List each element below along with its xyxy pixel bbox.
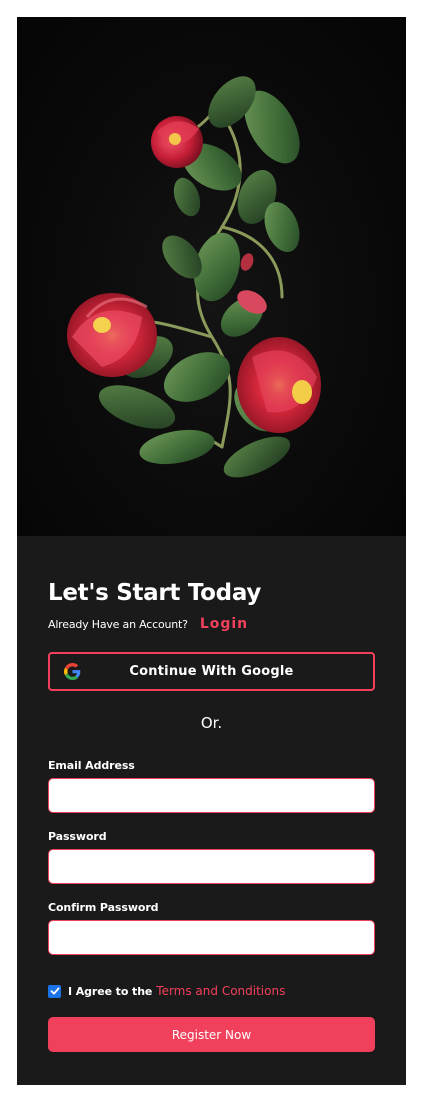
- google-button-label: Continue With Google: [129, 664, 294, 679]
- signup-card: Let's Start Today Already Have an Accoun…: [17, 17, 406, 1085]
- rose-bouquet-illustration: [67, 76, 321, 478]
- continue-with-google-button[interactable]: Continue With Google: [48, 652, 375, 691]
- have-account-text: Already Have an Account?: [48, 617, 188, 631]
- divider-text: Or.: [200, 714, 223, 732]
- terms-link[interactable]: Terms and Conditions: [156, 984, 285, 998]
- checkmark-icon: [50, 987, 59, 995]
- hero-image: [17, 17, 406, 536]
- signup-form: Let's Start Today Already Have an Accoun…: [48, 577, 375, 1052]
- password-field[interactable]: [48, 849, 375, 884]
- page-title: Let's Start Today: [48, 580, 262, 606]
- login-link[interactable]: Login: [200, 616, 248, 632]
- confirm-password-field[interactable]: [48, 920, 375, 955]
- login-prompt: Already Have an Account? Login: [48, 615, 375, 633]
- agree-row: I Agree to the Terms and Conditions: [48, 983, 285, 999]
- agree-text: I Agree to the: [68, 984, 153, 998]
- email-field[interactable]: [48, 778, 375, 813]
- confirm-password-label: Confirm Password: [48, 901, 159, 914]
- register-now-button[interactable]: Register Now: [48, 1017, 375, 1052]
- password-label: Password: [48, 830, 107, 843]
- agree-checkbox[interactable]: [48, 984, 61, 998]
- email-label: Email Address: [48, 759, 135, 772]
- google-g-icon: [64, 663, 81, 680]
